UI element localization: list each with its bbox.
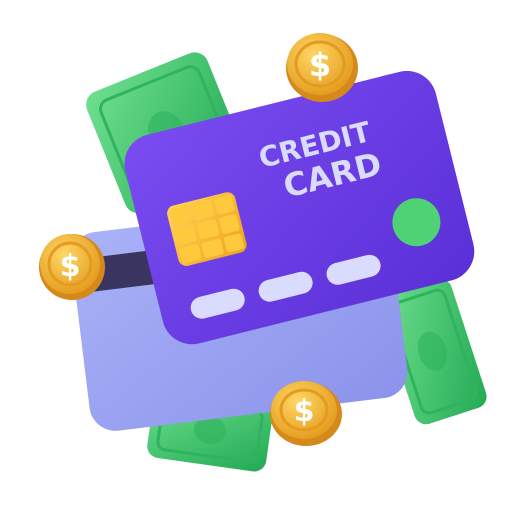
coin-bottom-symbol: $: [294, 394, 315, 429]
credit-card-illustration: CREDIT CARD $ $ $: [39, 33, 487, 472]
coin-top-icon: $: [286, 33, 358, 102]
coin-left-symbol: $: [60, 249, 81, 284]
coin-top-symbol: $: [309, 46, 331, 84]
illustration: CREDIT CARD $ $ $: [0, 0, 512, 512]
coin-left-icon: $: [39, 234, 105, 300]
